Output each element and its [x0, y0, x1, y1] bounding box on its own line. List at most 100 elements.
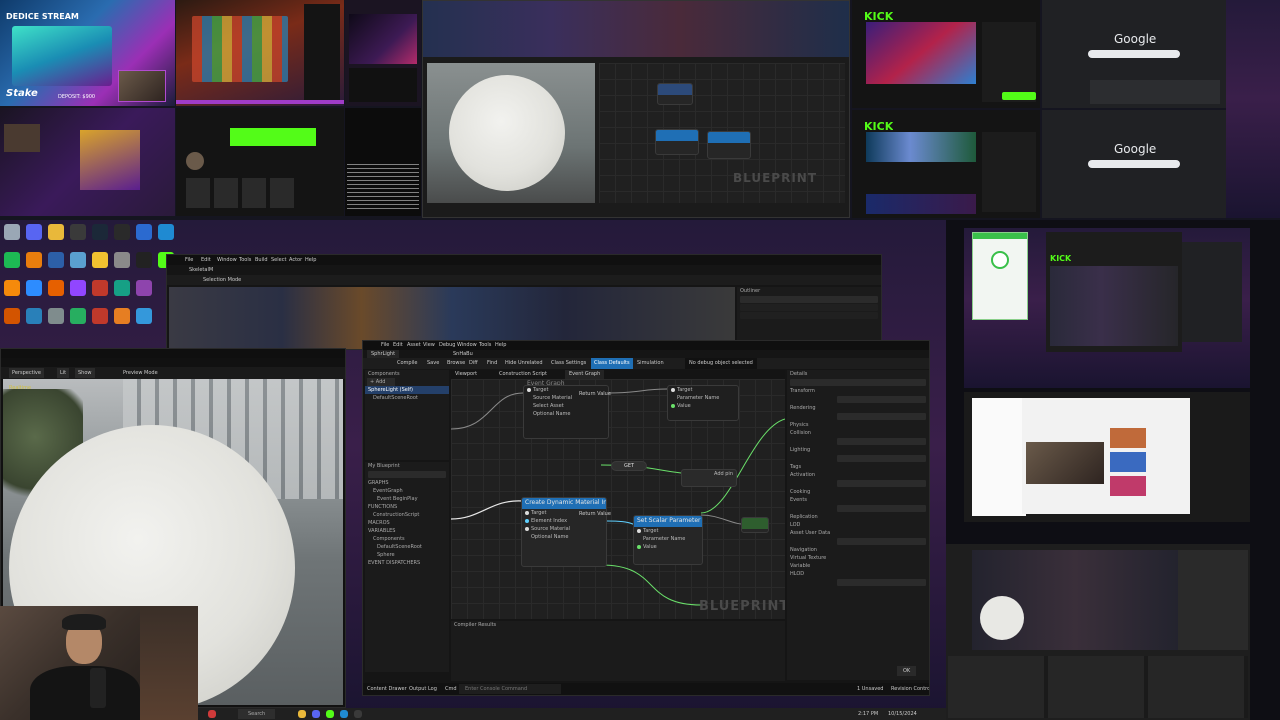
viewport-show-button[interactable]: Show	[75, 368, 95, 378]
kick-profile-tile[interactable]	[176, 108, 344, 216]
details-section-tags[interactable]: Tags	[787, 463, 929, 471]
diff-button[interactable]: Diff	[469, 358, 478, 369]
google-tab-tile-2[interactable]: Google	[1042, 110, 1226, 218]
bp-menu-window[interactable]: Window	[457, 341, 477, 350]
app-icon-29[interactable]	[114, 308, 130, 324]
viewport-preview-button[interactable]: Preview Mode	[123, 368, 158, 378]
details-ok-button[interactable]: OK	[897, 666, 917, 676]
output-log-button[interactable]: Output Log	[409, 684, 437, 694]
revision-control-button[interactable]: Revision Control	[891, 684, 929, 694]
taskbar-app-1-icon[interactable]	[208, 710, 216, 718]
right-panel-1[interactable]: KICK	[964, 228, 1250, 388]
chrome-icon[interactable]	[48, 224, 64, 240]
unsaved-indicator[interactable]: 1 Unsaved	[857, 684, 883, 694]
construction-tab[interactable]: Construction Script	[499, 370, 547, 379]
functions-section[interactable]: FUNCTIONS	[365, 503, 449, 511]
viewport-tab[interactable]: Viewport	[455, 370, 477, 379]
app-icon-22[interactable]	[114, 280, 130, 296]
class-settings-button[interactable]: Class Settings	[551, 358, 586, 369]
event-begin-item[interactable]: Event BeginPlay	[365, 495, 449, 503]
explorer-icon[interactable]	[92, 252, 108, 268]
google-tab-tile-1[interactable]: Google	[1042, 0, 1226, 108]
google-search-box-2[interactable]	[1088, 160, 1180, 168]
set-scalar-parameter-node[interactable]: Set Scalar Parameter Value Target Parame…	[633, 515, 703, 565]
slot-stream-tile-1[interactable]: DEDICE STREAM Stake DEPOSIT: $900	[0, 0, 175, 106]
save-button[interactable]: Save	[427, 358, 439, 369]
node-top-right[interactable]: Target Parameter Name Value	[667, 385, 739, 421]
taskbar-app-3-icon[interactable]	[312, 710, 320, 718]
details-section-lighting[interactable]: Lighting	[787, 446, 929, 454]
notepad-icon[interactable]	[70, 252, 86, 268]
taskbar-app-5-icon[interactable]	[340, 710, 348, 718]
details-section-virtual-texture[interactable]: Virtual Texture	[787, 554, 929, 562]
get-node[interactable]: GET	[611, 461, 647, 471]
event-graph-canvas[interactable]: Event Graph Target Source Material Selec…	[451, 379, 785, 619]
app-icon-28[interactable]	[92, 308, 108, 324]
components-section[interactable]: Components	[365, 535, 449, 543]
bp-asset-tab[interactable]: SphrLight	[367, 350, 400, 358]
menu-build[interactable]: Build	[255, 255, 268, 265]
construction-item[interactable]: ConstructionScript	[365, 511, 449, 519]
graphs-section[interactable]: GRAPHS	[365, 479, 449, 487]
kick-stream-tile-1[interactable]: KICK	[852, 0, 1040, 108]
default-scene-root-item[interactable]: DefaultSceneRoot	[365, 394, 449, 402]
app-icon-25[interactable]	[26, 308, 42, 324]
details-section-cooking[interactable]: Cooking	[787, 488, 929, 496]
app-icon-21[interactable]	[92, 280, 108, 296]
bp-asset-tab-2[interactable]: SnHaBu	[449, 350, 477, 358]
details-section-lod[interactable]: LOD	[787, 521, 929, 529]
event-graph-item[interactable]: EventGraph	[365, 487, 449, 495]
menu-tools[interactable]: Tools	[239, 255, 251, 265]
selection-mode[interactable]: Selection Mode	[203, 275, 241, 285]
kick-follow-button[interactable]	[1002, 92, 1036, 100]
bp-menu-debug[interactable]: Debug	[439, 341, 455, 350]
menu-select[interactable]: Select	[271, 255, 286, 265]
bp-menu-file[interactable]: File	[381, 341, 389, 350]
details-section-collision[interactable]: Collision	[787, 429, 929, 437]
hide-unrelated-button[interactable]: Hide Unrelated	[505, 358, 543, 369]
app-icon-26[interactable]	[48, 308, 64, 324]
obs-icon[interactable]	[70, 224, 86, 240]
details-section-hlod[interactable]: HLOD	[787, 570, 929, 578]
firefox-icon[interactable]	[48, 280, 64, 296]
details-search[interactable]	[790, 379, 926, 386]
details-section-physics[interactable]: Physics	[787, 421, 929, 429]
bp-menu-edit[interactable]: Edit	[393, 341, 403, 350]
epic-icon[interactable]	[114, 224, 130, 240]
slot-stream-tile-3[interactable]	[345, 0, 421, 106]
my-blueprint-search[interactable]	[368, 471, 446, 478]
self-component[interactable]: SphereLight (Self)	[365, 386, 449, 394]
app-icon-24[interactable]	[4, 308, 20, 324]
blender-icon[interactable]	[26, 252, 42, 268]
details-section-navigation[interactable]: Navigation	[787, 546, 929, 554]
unreal-icon[interactable]	[136, 224, 152, 240]
bp-menu-view[interactable]: View	[423, 341, 435, 350]
details-section-events[interactable]: Events	[787, 496, 929, 504]
menu-file[interactable]: File	[185, 255, 193, 265]
class-defaults-button[interactable]: Class Defaults	[591, 358, 633, 369]
photoshop-icon[interactable]	[48, 252, 64, 268]
debug-filter-dropdown[interactable]: No debug object selected	[685, 358, 757, 369]
steam-icon[interactable]	[92, 224, 108, 240]
blueprint-editor-window[interactable]: File Edit Asset View Debug Window Tools …	[362, 340, 930, 696]
components-add-button[interactable]: + Add	[367, 378, 395, 386]
menu-actor[interactable]: Actor	[289, 255, 302, 265]
slot-stream-tile-2[interactable]	[176, 0, 344, 106]
spotify-icon[interactable]	[4, 252, 20, 268]
set-node[interactable]	[741, 517, 769, 533]
right-panel-3-obs[interactable]	[946, 544, 1250, 720]
compile-button[interactable]: Compile	[397, 358, 417, 369]
discord-icon[interactable]	[26, 224, 42, 240]
remote-ue-editor[interactable]: BLUEPRINT	[422, 0, 850, 218]
slot-stream-tile-4[interactable]	[0, 108, 175, 216]
variable-scene-root[interactable]: DefaultSceneRoot	[365, 543, 449, 551]
google-search-box[interactable]	[1088, 50, 1180, 58]
event-graph-tab[interactable]: Event Graph	[565, 370, 605, 379]
outliner-search[interactable]	[740, 296, 878, 303]
find-button[interactable]: Find	[487, 358, 497, 369]
menu-help[interactable]: Help	[305, 255, 316, 265]
bp-menu-help[interactable]: Help	[495, 341, 506, 350]
details-section-replication[interactable]: Replication	[787, 513, 929, 521]
zoom-icon[interactable]	[26, 280, 42, 296]
viewport-lit-button[interactable]: Lit	[57, 368, 70, 378]
